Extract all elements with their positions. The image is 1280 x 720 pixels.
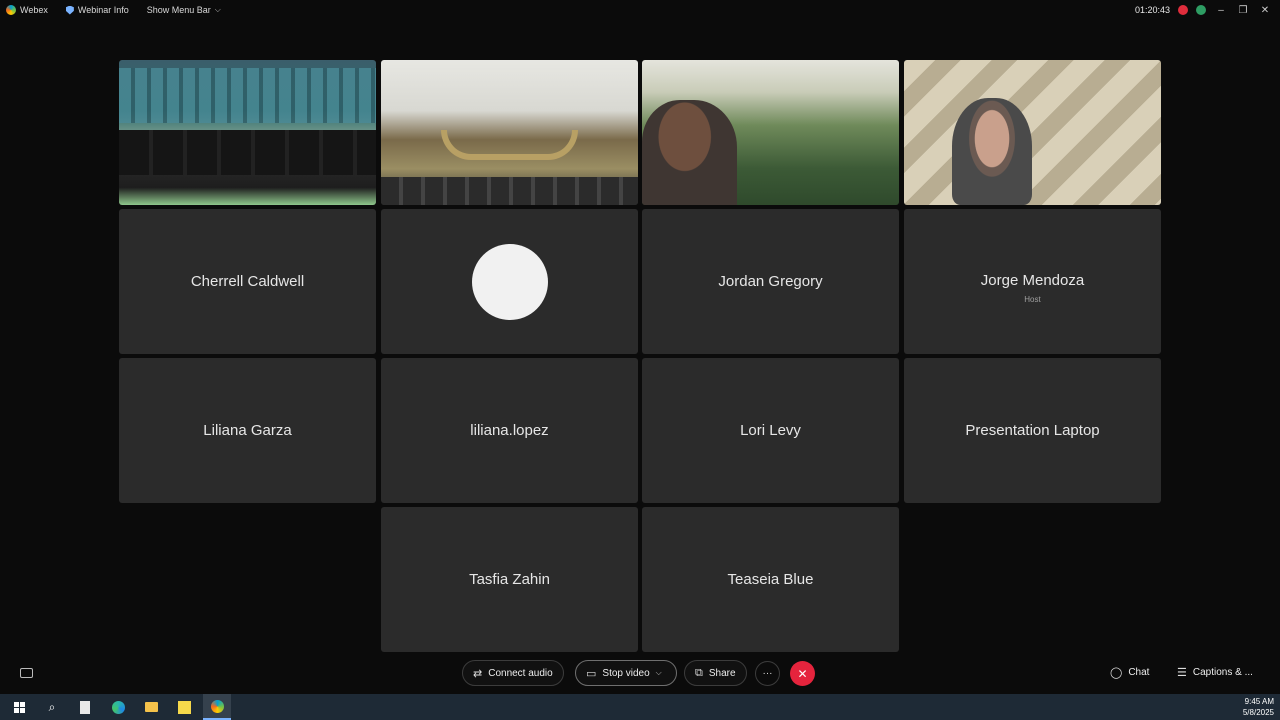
participant-tile[interactable]: Presentation Laptop [904, 358, 1161, 503]
connect-audio-button[interactable]: ⇄ Connect audio [462, 660, 564, 686]
taskbar-webex[interactable] [203, 694, 231, 720]
app-name: Webex [20, 5, 48, 15]
stop-video-label: Stop video [602, 667, 650, 679]
search-button[interactable]: ⌕ [38, 694, 66, 720]
participant-name: Tasfia Zahin [469, 571, 550, 588]
video-tile-4[interactable] [904, 60, 1161, 205]
sticky-notes-icon [177, 700, 191, 714]
share-label: Share [708, 667, 736, 679]
video-camera-icon: ▭ [586, 667, 597, 680]
show-menu-bar-button[interactable]: Show Menu Bar ⌵ [147, 5, 221, 15]
taskbar-notepad[interactable] [71, 694, 99, 720]
participant-video-person [952, 98, 1032, 205]
participant-tile[interactable]: Lori Levy [642, 358, 899, 503]
chat-icon: ◯ [1110, 667, 1123, 679]
captions-button[interactable]: ☰ Captions & ... [1177, 666, 1253, 679]
participant-video-person [642, 100, 737, 205]
webex-icon [210, 699, 224, 713]
taskbar-sticky-notes[interactable] [170, 694, 198, 720]
participant-tile[interactable]: Teaseia Blue [642, 507, 899, 652]
chamber-desks [119, 130, 376, 175]
taskbar-file-explorer[interactable] [137, 694, 165, 720]
participant-tile[interactable]: Liliana Garza [119, 358, 376, 503]
chevron-down-icon: ⌵ [214, 5, 221, 14]
layout-icon[interactable] [20, 668, 33, 678]
participant-tile[interactable]: Jordan Gregory [642, 209, 899, 354]
chevron-down-icon[interactable]: ⌵ [656, 668, 662, 678]
webex-logo-icon [6, 5, 16, 15]
chamber-seats [119, 68, 376, 123]
close-icon[interactable]: ✕ [1258, 5, 1272, 16]
more-options-button[interactable]: ··· [755, 661, 780, 686]
participant-name: Cherrell Caldwell [190, 273, 305, 290]
clock-date: 5/8/2025 [1242, 708, 1274, 717]
participant-name: Lori Levy [740, 422, 801, 439]
meeting-timer: 01:20:43 [1134, 5, 1170, 15]
system-clock[interactable]: 9:45 AM 5/8/2025 [1243, 696, 1274, 718]
start-button[interactable] [5, 694, 33, 720]
participant-tile[interactable]: Cherrell Caldwell [119, 209, 376, 354]
app-menu[interactable]: Webex [6, 5, 48, 15]
participant-role: Host [1024, 294, 1041, 304]
close-icon: ✕ [797, 666, 808, 681]
windows-taskbar: ⌕ 9:45 AM 5/8/2025 [0, 694, 1280, 720]
participant-name: Presentation Laptop [965, 422, 1100, 439]
recording-icon[interactable] [1178, 5, 1188, 15]
video-tile-2[interactable] [381, 60, 638, 205]
webinar-info-label: Webinar Info [77, 5, 129, 15]
participant-name: liliana.lopez [470, 422, 549, 439]
folder-icon [144, 702, 158, 712]
end-meeting-button[interactable]: ✕ [790, 661, 815, 686]
restore-icon[interactable]: ❐ [1236, 5, 1250, 16]
meeting-controls: ⇄ Connect audio ▭ Stop video ⌵ ⧉ Share ·… [0, 660, 1280, 688]
participant-tile[interactable]: Jorge Mendoza Host [904, 209, 1161, 354]
top-right-controls: 01:20:43 – ❐ ✕ [1135, 0, 1272, 20]
edge-icon [111, 700, 125, 714]
participant-tile[interactable]: liliana.lopez [381, 358, 638, 503]
captions-label: Captions & ... [1192, 667, 1253, 678]
video-tile-3[interactable] [642, 60, 899, 205]
participant-name: Liliana Garza [203, 422, 292, 439]
taskbar-edge[interactable] [104, 694, 132, 720]
avatar [471, 243, 548, 320]
share-icon: ⧉ [695, 666, 703, 679]
participant-name: Teaseia Blue [727, 571, 814, 588]
search-icon: ⌕ [48, 699, 56, 714]
participant-tile[interactable]: Tasfia Zahin [381, 507, 638, 652]
participant-tile[interactable] [381, 209, 638, 354]
connect-audio-label: Connect audio [488, 667, 553, 679]
captions-icon: ☰ [1177, 667, 1187, 679]
show-menu-bar-label: Show Menu Bar [146, 5, 211, 15]
meeting-top-bar: Webex Webinar Info Show Menu Bar ⌵ [0, 0, 1280, 20]
chat-label: Chat [1128, 667, 1150, 678]
chamber-dais [441, 130, 578, 160]
chamber-floor [381, 177, 638, 205]
chat-button[interactable]: ◯ Chat [1110, 666, 1149, 679]
more-icon: ··· [762, 668, 773, 679]
webinar-info-button[interactable]: Webinar Info [65, 5, 129, 15]
document-icon [80, 700, 90, 714]
share-button[interactable]: ⧉ Share [684, 660, 747, 686]
audio-icon: ⇄ [473, 667, 483, 680]
windows-logo-icon [13, 701, 25, 713]
shield-icon [65, 5, 74, 15]
participant-name: Jorge Mendoza [980, 271, 1085, 289]
video-tile-1[interactable] [119, 60, 376, 205]
participant-name: Jordan Gregory [718, 273, 823, 290]
clock-time: 9:45 AM [1244, 697, 1274, 706]
status-icon[interactable] [1196, 5, 1206, 15]
minimize-icon[interactable]: – [1214, 5, 1228, 16]
stop-video-button[interactable]: ▭ Stop video ⌵ [575, 660, 677, 686]
